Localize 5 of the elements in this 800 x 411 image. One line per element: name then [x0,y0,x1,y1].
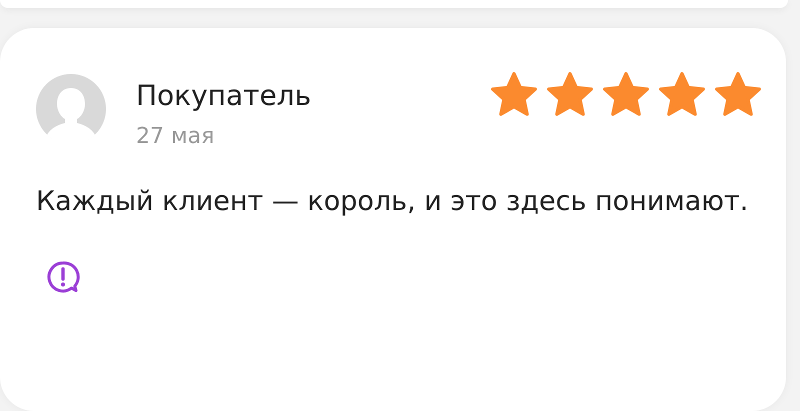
report-icon[interactable] [46,260,80,294]
author-name: Покупатель [136,78,312,114]
avatar-icon [36,74,106,144]
review-text: Каждый клиент — король, и это здесь понимают. [36,185,750,219]
review-date: 27 мая [136,123,216,151]
